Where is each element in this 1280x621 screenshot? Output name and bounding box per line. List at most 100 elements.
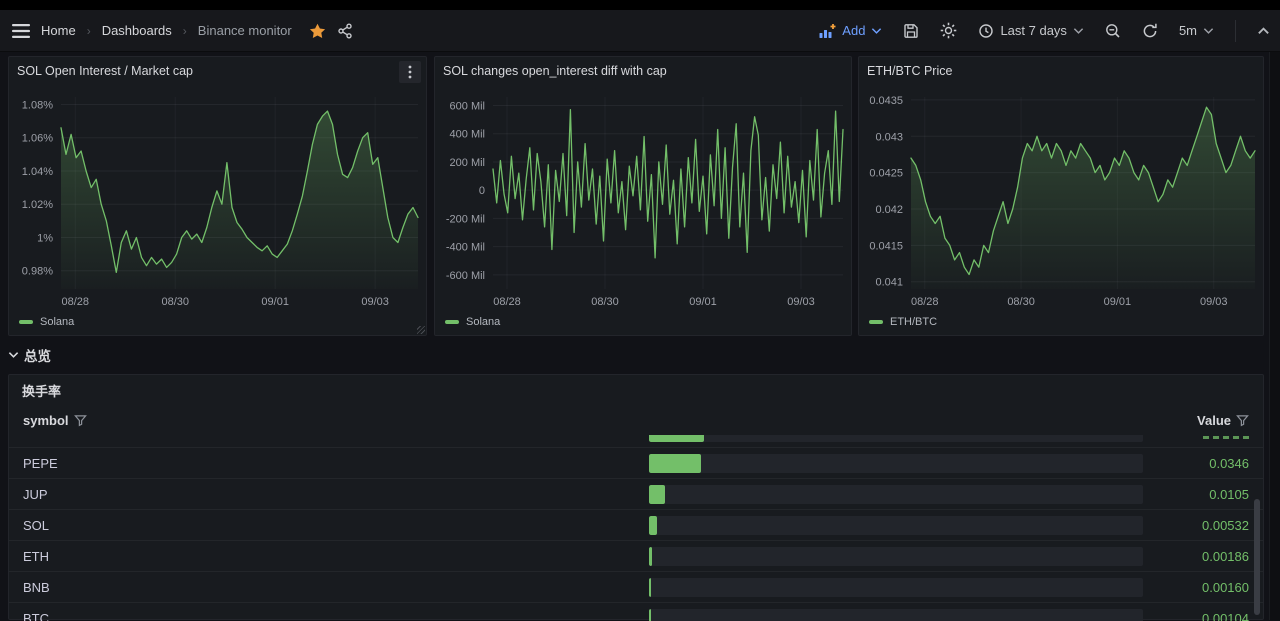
column-header-label: symbol — [23, 413, 69, 428]
gauge-bar — [649, 578, 651, 597]
y-tick-label: 0.0425 — [869, 168, 903, 180]
chart-svg: 0.04350.0430.04250.0420.04150.04108/2808… — [859, 85, 1263, 307]
gauge-bar — [649, 547, 652, 566]
dashboard-settings-button[interactable] — [940, 22, 957, 39]
value-gauge — [649, 516, 1143, 535]
symbol-cell: BNB — [23, 580, 649, 595]
gear-icon — [940, 22, 957, 39]
symbol-cell: JUP — [23, 487, 649, 502]
panel-menu-button[interactable] — [399, 61, 421, 83]
table-row: JUP 0.0105 — [9, 479, 1263, 510]
favorite-star-button[interactable] — [309, 23, 326, 39]
value-cell: 0.00104 — [1202, 611, 1249, 621]
refresh-button[interactable] — [1142, 23, 1158, 39]
y-tick-label: 400 Mil — [450, 129, 485, 141]
hamburger-menu-button[interactable] — [12, 24, 30, 38]
panel-header[interactable]: SOL Open Interest / Market cap — [9, 57, 426, 85]
star-icon — [309, 23, 326, 39]
value-cell: 0.0346 — [1209, 456, 1249, 471]
symbol-cell: ETH — [23, 549, 649, 564]
y-tick-label: 1.08% — [22, 99, 53, 111]
legend-color-chip — [869, 320, 883, 324]
chart-svg: 600 Mil400 Mil200 Mil0-200 Mil-400 Mil-6… — [435, 85, 851, 307]
panel-header[interactable]: ETH/BTC Price — [859, 57, 1263, 85]
gauge-bar — [649, 485, 665, 504]
gauge-bar — [649, 454, 701, 473]
x-tick-label: 08/30 — [1007, 296, 1035, 307]
chart-canvas[interactable]: 0.04350.0430.04250.0420.04150.04108/2808… — [859, 85, 1263, 335]
table-row: ETH0.00186 — [9, 541, 1263, 572]
add-label: Add — [842, 23, 865, 38]
value-gauge — [649, 435, 1143, 442]
y-tick-label: 1.04% — [22, 166, 53, 178]
page-scrollbar[interactable] — [1269, 52, 1280, 620]
window-top-strip — [0, 0, 1280, 10]
refresh-icon — [1142, 23, 1158, 39]
breadcrumb-separator: › — [87, 24, 91, 38]
value-gauge — [649, 578, 1143, 597]
breadcrumb-separator: › — [183, 24, 187, 38]
table-row: BNB0.00160 — [9, 572, 1263, 603]
nav-divider — [1235, 20, 1236, 42]
table-row: PEPE 0.0346 — [9, 448, 1263, 479]
table-scrollbar-thumb[interactable] — [1254, 499, 1260, 615]
panel-title: ETH/BTC Price — [867, 64, 952, 78]
table-panel-title[interactable]: 换手率 — [9, 375, 1263, 405]
filter-icon[interactable] — [1236, 414, 1249, 427]
x-tick-label: 09/01 — [1104, 296, 1132, 307]
scroll-top-button[interactable] — [1257, 26, 1270, 35]
x-tick-label: 08/30 — [161, 296, 189, 307]
chart-canvas[interactable]: 600 Mil400 Mil200 Mil0-200 Mil-400 Mil-6… — [435, 85, 851, 335]
zoom-out-time-button[interactable] — [1105, 23, 1121, 39]
breadcrumb-current: Binance monitor — [198, 23, 292, 38]
chart-canvas[interactable]: 1.08%1.06%1.04%1.02%1%0.98%08/2808/3009/… — [9, 85, 426, 335]
panel-resize-handle[interactable] — [417, 326, 425, 334]
time-range-picker[interactable]: Last 7 days — [978, 23, 1084, 39]
save-dashboard-button[interactable] — [903, 23, 919, 39]
chevron-down-icon — [8, 351, 19, 359]
panel-header[interactable]: SOL changes open_interest diff with cap — [435, 57, 851, 85]
chevron-down-icon — [1073, 27, 1084, 35]
column-header-value[interactable]: Value — [1197, 413, 1249, 428]
y-tick-label: 0.041 — [875, 277, 903, 289]
y-tick-label: 1.06% — [22, 133, 53, 145]
panel-turnover-table: 换手率 symbol Value PEPE 0.0346 JUP 0.0105 SOL 0… — [8, 374, 1264, 620]
y-tick-label: 0.0415 — [869, 240, 903, 252]
legend-color-chip — [445, 320, 459, 324]
y-tick-label: 1.02% — [22, 199, 53, 211]
breadcrumb-dashboards[interactable]: Dashboards — [102, 23, 172, 38]
magnifier-minus-icon — [1105, 23, 1121, 39]
panel-ethbtc-price: ETH/BTC Price 0.04350.0430.04250.0420.04… — [858, 56, 1264, 336]
symbol-cell: PEPE — [23, 456, 649, 471]
refresh-interval-picker[interactable]: 5m — [1179, 23, 1214, 38]
panel-sol-oi-diff: SOL changes open_interest diff with cap … — [434, 56, 852, 336]
x-tick-label: 08/28 — [911, 296, 939, 307]
legend-label: Solana — [466, 316, 500, 328]
filter-icon[interactable] — [74, 414, 87, 427]
share-button[interactable] — [337, 23, 353, 39]
column-header-symbol[interactable]: symbol — [23, 413, 87, 428]
chevron-down-icon — [1203, 27, 1214, 35]
panel-sol-open-interest: SOL Open Interest / Market cap 1.08% 1.06… — [8, 56, 427, 336]
legend-item[interactable]: ETH/BTC — [869, 316, 937, 328]
legend-label: Solana — [40, 316, 74, 328]
table-header-row: symbol Value — [9, 405, 1263, 435]
symbol-cell: BTC — [23, 611, 649, 621]
save-icon — [903, 23, 919, 39]
value-cell: 0.0105 — [1209, 487, 1249, 502]
y-tick-label: -400 Mil — [446, 242, 485, 254]
table-rows-viewport: PEPE0.0346JUP0.0105SOL0.00532ETH0.00186B… — [9, 435, 1263, 621]
y-tick-label: 200 Mil — [450, 157, 485, 169]
symbol-cell: SOL — [23, 518, 649, 533]
y-tick-label: 0.0435 — [869, 95, 903, 107]
value-gauge — [649, 485, 1143, 504]
value-gauge — [649, 609, 1143, 621]
y-tick-label: 0.98% — [22, 266, 53, 278]
breadcrumb-home[interactable]: Home — [41, 23, 76, 38]
legend-item[interactable]: Solana — [19, 316, 74, 328]
caret-up-icon — [1257, 26, 1270, 35]
gauge-bar — [649, 516, 657, 535]
legend-item[interactable]: Solana — [445, 316, 500, 328]
row-section-toggle[interactable]: 总览 — [8, 344, 51, 366]
add-panel-button[interactable]: Add — [819, 23, 882, 39]
